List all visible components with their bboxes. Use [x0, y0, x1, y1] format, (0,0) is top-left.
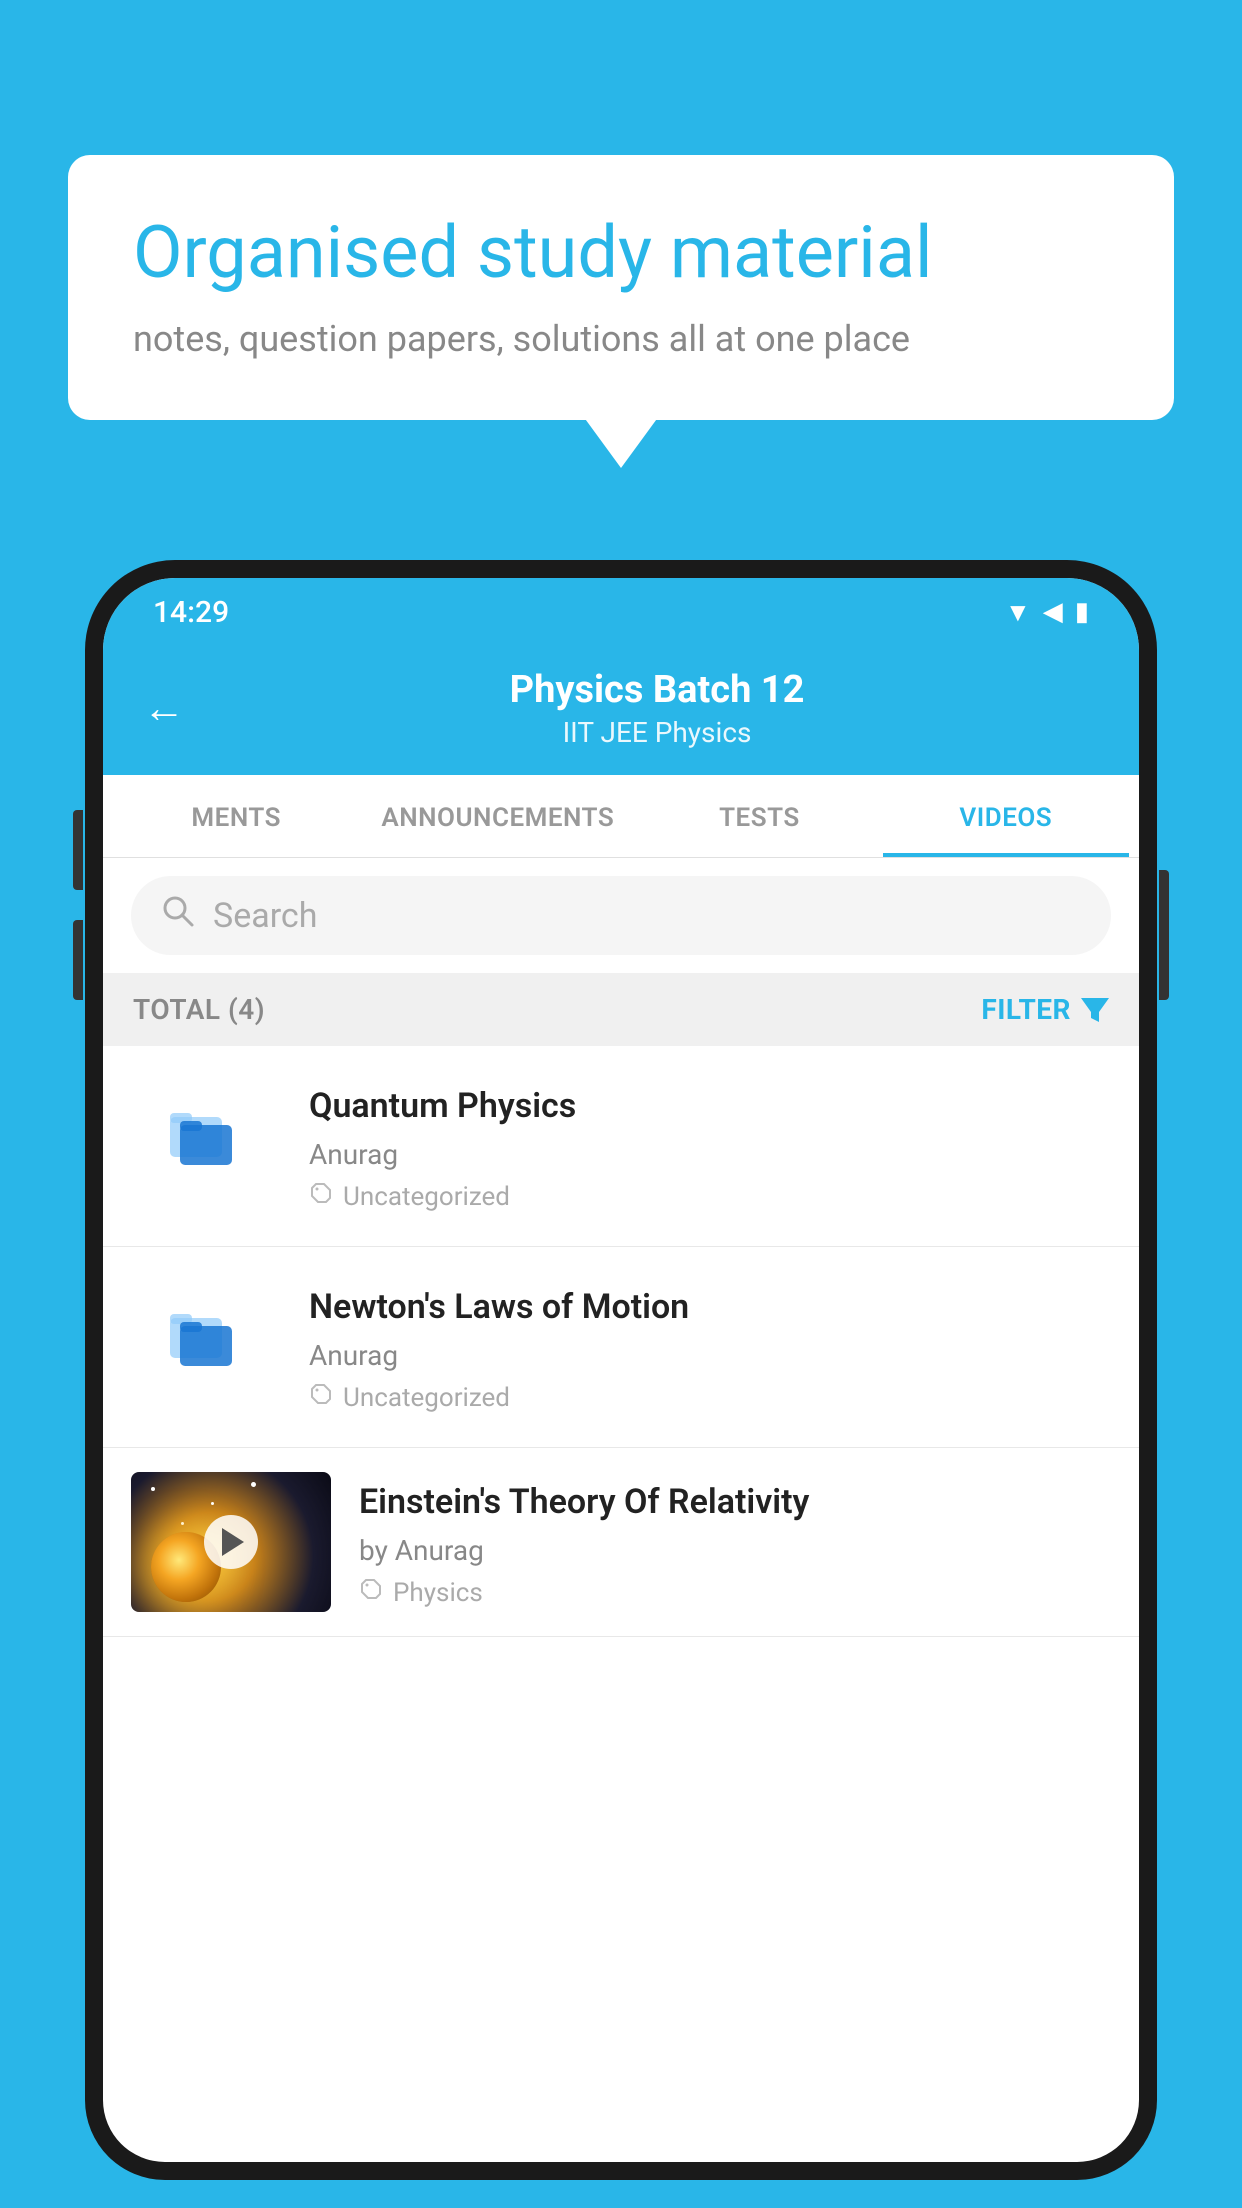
header-sub-tags: IIT JEE Physics [215, 716, 1099, 749]
video-thumbnail [131, 1472, 331, 1612]
volume-down-button[interactable] [73, 920, 83, 1000]
status-bar: 14:29 ▼ ◀ ▮ [103, 578, 1139, 646]
video-tag: Physics [359, 1577, 1111, 1608]
phone-outer: 14:29 ▼ ◀ ▮ ← Physics Batch 12 IIT JEE P… [85, 560, 1157, 2180]
play-button[interactable] [204, 1515, 258, 1569]
folder-icon [161, 1291, 251, 1381]
battery-icon: ▮ [1075, 597, 1089, 627]
signal-icon: ◀ [1043, 597, 1063, 627]
speech-bubble-section: Organised study material notes, question… [68, 155, 1174, 420]
status-icons: ▼ ◀ ▮ [1005, 597, 1089, 628]
speech-bubble: Organised study material notes, question… [68, 155, 1174, 420]
tab-tests[interactable]: TESTS [636, 775, 882, 857]
video-info: Einstein's Theory Of Relativity by Anura… [359, 1476, 1111, 1608]
volume-up-button[interactable] [73, 810, 83, 890]
wifi-icon: ▼ [1005, 597, 1031, 628]
list-item[interactable]: Einstein's Theory Of Relativity by Anura… [103, 1448, 1139, 1637]
video-info: Newton's Laws of Motion Anurag Uncategor… [309, 1281, 1111, 1413]
folder-icon-container [131, 1080, 281, 1190]
header-title-block: Physics Batch 12 IIT JEE Physics [215, 668, 1099, 749]
video-author: by Anurag [359, 1534, 1111, 1567]
phone-screen: 14:29 ▼ ◀ ▮ ← Physics Batch 12 IIT JEE P… [103, 578, 1139, 2162]
tag-icon [309, 1382, 333, 1413]
search-box[interactable]: Search [131, 876, 1111, 955]
tag-icon [309, 1181, 333, 1212]
video-author: Anurag [309, 1339, 1111, 1372]
video-info: Quantum Physics Anurag Uncategorized [309, 1080, 1111, 1212]
tab-ments[interactable]: MENTS [113, 775, 359, 857]
phone-mockup: 14:29 ▼ ◀ ▮ ← Physics Batch 12 IIT JEE P… [85, 560, 1157, 2208]
filter-bar: TOTAL (4) FILTER [103, 973, 1139, 1046]
tab-announcements[interactable]: ANNOUNCEMENTS [359, 775, 636, 857]
video-list: Quantum Physics Anurag Uncategorized [103, 1046, 1139, 1637]
status-time: 14:29 [153, 595, 229, 630]
filter-button[interactable]: FILTER [981, 993, 1109, 1026]
tab-videos[interactable]: VIDEOS [883, 775, 1129, 857]
video-title: Einstein's Theory Of Relativity [359, 1480, 1111, 1524]
list-item[interactable]: Quantum Physics Anurag Uncategorized [103, 1046, 1139, 1247]
bubble-title: Organised study material [133, 210, 1109, 296]
back-button[interactable]: ← [143, 684, 185, 733]
video-title: Newton's Laws of Motion [309, 1285, 1111, 1329]
total-count-label: TOTAL (4) [133, 993, 265, 1026]
video-author: Anurag [309, 1138, 1111, 1171]
folder-icon [161, 1090, 251, 1180]
tabs-bar: MENTS ANNOUNCEMENTS TESTS VIDEOS [103, 775, 1139, 858]
app-header: ← Physics Batch 12 IIT JEE Physics [103, 646, 1139, 775]
bubble-subtitle: notes, question papers, solutions all at… [133, 318, 1109, 360]
folder-icon-container [131, 1281, 281, 1391]
video-title: Quantum Physics [309, 1084, 1111, 1128]
power-button[interactable] [1159, 870, 1169, 1000]
header-main-title: Physics Batch 12 [215, 668, 1099, 712]
search-input[interactable]: Search [213, 896, 317, 936]
video-tag: Uncategorized [309, 1181, 1111, 1212]
search-icon [161, 894, 195, 937]
video-tag: Uncategorized [309, 1382, 1111, 1413]
tag-icon [359, 1577, 383, 1608]
list-item[interactable]: Newton's Laws of Motion Anurag Uncategor… [103, 1247, 1139, 1448]
search-container: Search [103, 858, 1139, 973]
